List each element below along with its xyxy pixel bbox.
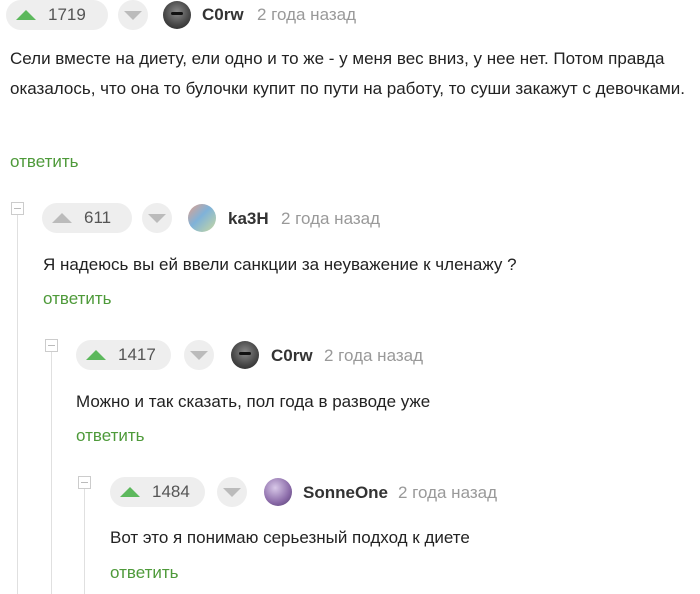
- downvote-button[interactable]: [142, 203, 172, 233]
- collapse-thread-button[interactable]: [78, 476, 91, 489]
- comment-text: Можно и так сказать, пол года в разводе …: [76, 392, 431, 411]
- rating-count: 1719: [48, 5, 86, 24]
- timestamp: 2 года назад: [398, 483, 498, 502]
- upvote-arrow-icon: [52, 213, 72, 223]
- downvote-arrow-icon: [148, 213, 166, 223]
- reply-link[interactable]: ответить: [43, 289, 112, 309]
- downvote-arrow-icon: [124, 10, 142, 20]
- thread-line-level-1[interactable]: [17, 215, 18, 594]
- avatar[interactable]: [264, 478, 292, 506]
- username[interactable]: C0rw: [271, 346, 313, 366]
- upvote-button[interactable]: 611: [42, 203, 132, 233]
- collapse-thread-button[interactable]: [45, 339, 58, 352]
- rating-count: 1417: [118, 345, 156, 364]
- downvote-button[interactable]: [184, 340, 214, 370]
- comment-text: Сели вместе на диету, ели одно и то же -…: [10, 49, 685, 98]
- reply-link[interactable]: ответить: [110, 563, 179, 583]
- username[interactable]: C0rw: [202, 5, 244, 25]
- thread-line-level-3[interactable]: [84, 488, 85, 594]
- avatar[interactable]: [231, 341, 259, 369]
- upvote-arrow-icon: [120, 487, 140, 497]
- upvote-button[interactable]: 1719: [6, 0, 108, 30]
- reply-link[interactable]: ответить: [10, 152, 79, 172]
- rating-count: 611: [84, 208, 112, 227]
- upvote-arrow-icon: [16, 10, 36, 20]
- username[interactable]: SonneOne: [303, 483, 388, 503]
- rating-count: 1484: [152, 482, 190, 501]
- reply-link[interactable]: ответить: [76, 426, 145, 446]
- downvote-arrow-icon: [190, 350, 208, 360]
- downvote-button[interactable]: [118, 0, 148, 30]
- thread-line-level-2[interactable]: [51, 351, 52, 594]
- username[interactable]: ka3H: [228, 209, 269, 229]
- avatar[interactable]: [163, 1, 191, 29]
- avatar[interactable]: [188, 204, 216, 232]
- downvote-button[interactable]: [217, 477, 247, 507]
- downvote-arrow-icon: [223, 487, 241, 497]
- upvote-button[interactable]: 1417: [76, 340, 171, 370]
- upvote-arrow-icon: [86, 350, 106, 360]
- timestamp: 2 года назад: [257, 5, 357, 24]
- comment-text: Вот это я понимаю серьезный подход к дие…: [110, 528, 470, 547]
- collapse-thread-button[interactable]: [11, 202, 24, 215]
- comment-text: Я надеюсь вы ей ввели санкции за неуваже…: [43, 255, 517, 274]
- upvote-button[interactable]: 1484: [110, 477, 205, 507]
- timestamp: 2 года назад: [281, 209, 381, 228]
- timestamp: 2 года назад: [324, 346, 424, 365]
